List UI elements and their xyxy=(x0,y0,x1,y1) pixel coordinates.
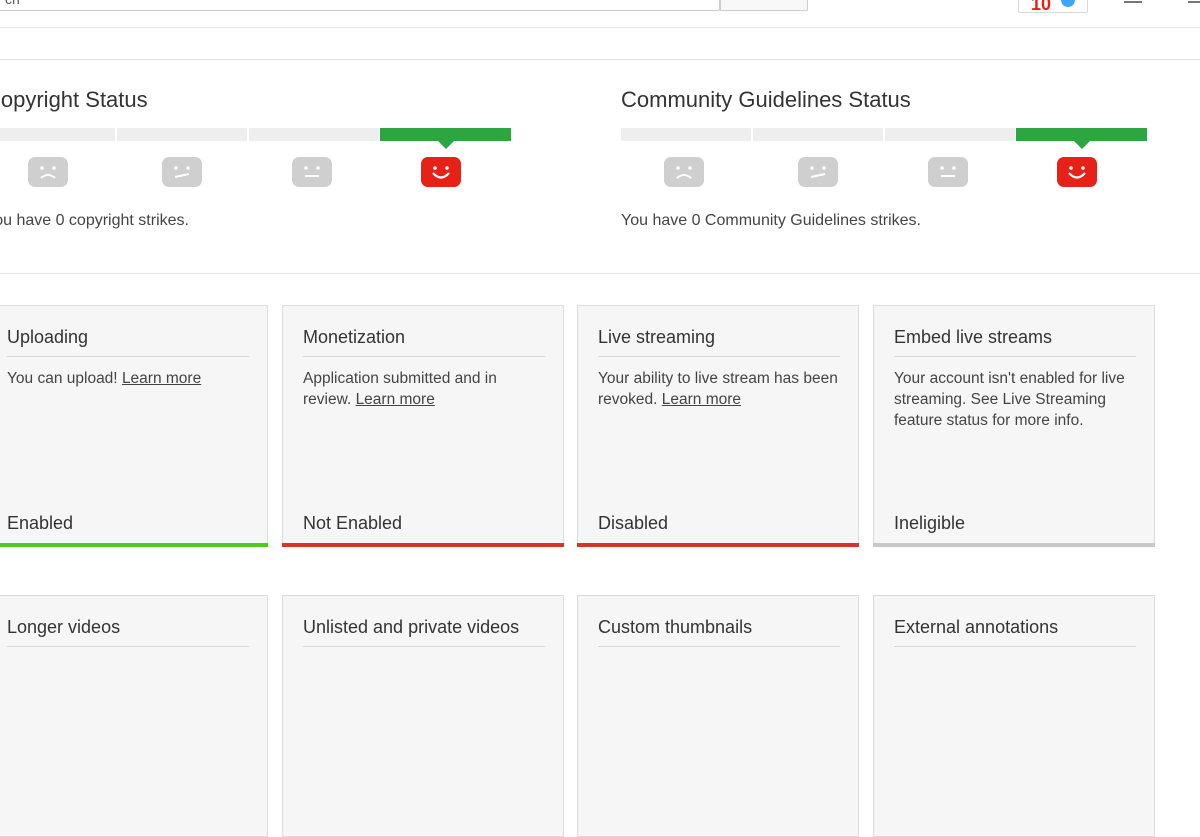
community-guidelines-status-text: You have 0 Community Guidelines strikes. xyxy=(621,212,921,229)
card-description: Application submitted and in review. Lea… xyxy=(303,370,497,408)
search-button[interactable] xyxy=(720,0,808,11)
feature-card-monetization: Monetization Application submitted and i… xyxy=(282,305,564,547)
apps-icon[interactable] xyxy=(1188,1,1200,3)
card-status: Disabled xyxy=(598,513,669,533)
feature-card-live-streaming: Live streaming Your ability to live stre… xyxy=(577,305,859,547)
search-input[interactable] xyxy=(0,0,720,11)
card-description: You can upload! Learn more xyxy=(7,370,202,387)
feature-card-embed-live-streams: Embed live streams Your account isn't en… xyxy=(873,305,1155,547)
neutral-face-icon xyxy=(928,157,968,187)
section-divider xyxy=(0,273,1200,274)
feature-card-external-annotations: External annotations xyxy=(873,595,1155,837)
community-meter-segment-4 xyxy=(1016,128,1147,149)
copyright-meter-segment-4 xyxy=(380,128,511,149)
happy-face-icon xyxy=(421,157,461,187)
uneasy-face-icon xyxy=(798,157,838,187)
copyright-status-title: Copyright Status xyxy=(0,87,148,112)
card-title: Unlisted and private videos xyxy=(303,616,545,647)
card-title: Monetization xyxy=(303,326,545,357)
card-status: Enabled xyxy=(7,513,74,533)
status-bar-enabled xyxy=(0,543,268,547)
notification-dot-icon xyxy=(1061,0,1075,7)
copyright-meter-segment-2 xyxy=(117,128,247,141)
sad-face-icon xyxy=(664,157,704,187)
status-bar-disabled xyxy=(577,543,859,547)
card-title: Uploading xyxy=(7,326,249,357)
community-guidelines-status-section: Community Guidelines Status You have 0 C… xyxy=(621,86,1181,246)
copyright-meter-segment-3 xyxy=(249,128,379,141)
feature-card-uploading: Uploading You can upload! Learn more Ena… xyxy=(0,305,268,547)
card-description: Your ability to live stream has been rev… xyxy=(598,370,838,408)
neutral-face-icon xyxy=(292,157,332,187)
card-title: Longer videos xyxy=(7,616,249,647)
learn-more-link[interactable]: Learn more xyxy=(356,391,435,408)
card-title: External annotations xyxy=(894,616,1136,647)
card-title: Custom thumbnails xyxy=(598,616,840,647)
notifications-button[interactable]: 10 xyxy=(1018,0,1088,13)
community-meter-segment-3 xyxy=(885,128,1015,141)
card-status: Not Enabled xyxy=(303,513,403,533)
section-divider xyxy=(0,59,1200,60)
menu-icon[interactable] xyxy=(1124,1,1142,3)
card-status: Ineligible xyxy=(894,513,966,533)
status-bar-not-enabled xyxy=(282,543,564,547)
community-guidelines-status-title: Community Guidelines Status xyxy=(621,87,911,112)
copyright-status-text: You have 0 copyright strikes. xyxy=(0,212,189,229)
happy-face-icon xyxy=(1057,157,1097,187)
copyright-status-section: Copyright Status You have 0 copyright st… xyxy=(0,86,545,246)
learn-more-link[interactable]: Learn more xyxy=(122,370,201,387)
feature-card-custom-thumbnails: Custom thumbnails xyxy=(577,595,859,837)
community-meter-segment-1 xyxy=(621,128,751,141)
feature-card-longer-videos: Longer videos xyxy=(0,595,268,837)
learn-more-link[interactable]: Learn more xyxy=(662,391,741,408)
feature-card-unlisted-private-videos: Unlisted and private videos xyxy=(282,595,564,837)
community-meter-segment-2 xyxy=(753,128,883,141)
uneasy-face-icon xyxy=(162,157,202,187)
card-title: Embed live streams xyxy=(894,326,1136,357)
search-icon xyxy=(757,0,773,7)
notification-count: 10 xyxy=(1031,0,1052,13)
status-bar-ineligible xyxy=(873,543,1155,547)
card-description: Your account isn't enabled for live stre… xyxy=(894,370,1125,429)
card-title: Live streaming xyxy=(598,326,840,357)
sad-face-icon xyxy=(28,157,68,187)
copyright-meter-segment-1 xyxy=(0,128,115,141)
masthead: 10 xyxy=(0,0,1200,28)
